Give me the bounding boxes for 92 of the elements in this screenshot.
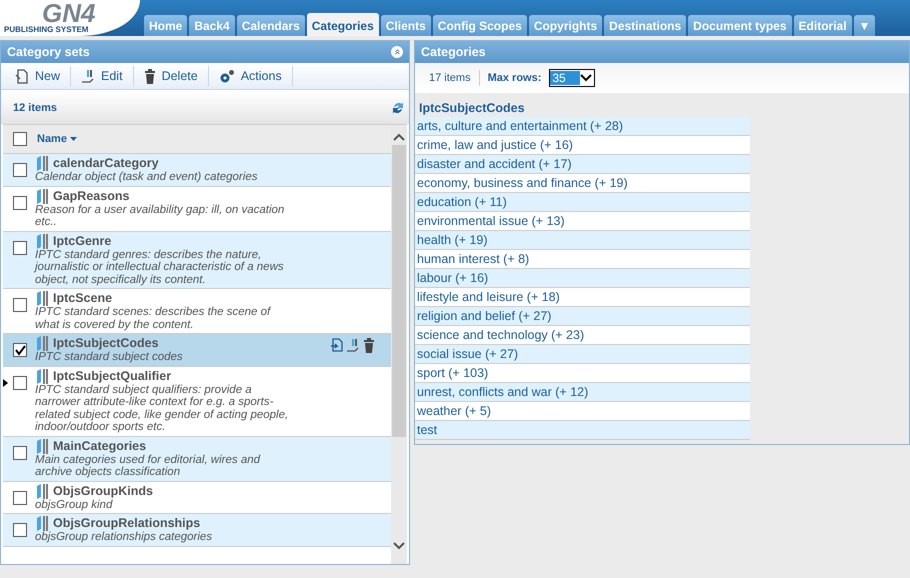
set-name: ObjsGroupKinds — [53, 482, 153, 498]
edit-button[interactable]: Edit — [71, 66, 134, 86]
book-icon — [35, 155, 49, 171]
category-set-row[interactable]: ObjsGroupRelationships objsGroup relationships categories — [3, 514, 391, 546]
edit-icon — [346, 338, 360, 353]
panel-title: Categories — [421, 45, 486, 59]
category-item[interactable]: religion and belief (+ 27) — [415, 307, 750, 326]
scrollbar[interactable] — [391, 125, 407, 564]
new-button[interactable]: New — [5, 66, 72, 86]
actions-button[interactable]: Actions — [208, 66, 293, 86]
name-column-header[interactable]: Name — [37, 133, 67, 145]
row-checkbox[interactable] — [13, 523, 27, 537]
book-icon — [35, 438, 49, 454]
trash-icon — [363, 338, 375, 353]
set-description: IPTC standard genres: describes the nature, journalistic or intellectual characteristic of a news object, not specifically its content. — [35, 248, 285, 286]
set-name: IptcScene — [53, 290, 112, 306]
set-name: ObjsGroupRelationships — [53, 515, 200, 531]
row-checkbox[interactable] — [13, 376, 27, 390]
category-item[interactable]: test — [415, 421, 750, 440]
category-item[interactable]: social issue (+ 27) — [415, 345, 750, 364]
set-name: IptcSubjectQualifier — [53, 368, 172, 384]
book-icon — [35, 482, 49, 498]
category-item[interactable]: science and technology (+ 23) — [415, 326, 750, 345]
delete-button[interactable]: Delete — [134, 66, 209, 86]
set-description: Calendar object (task and event) categories — [35, 171, 258, 184]
scroll-up-icon[interactable] — [393, 133, 405, 141]
category-item[interactable]: labour (+ 16) — [415, 269, 750, 288]
row-checkbox[interactable] — [13, 490, 27, 504]
category-item[interactable]: weather (+ 5) — [415, 402, 750, 421]
book-icon — [35, 188, 49, 204]
category-item[interactable]: education (+ 11) — [415, 193, 750, 212]
document-icon — [15, 68, 29, 84]
sort-caret-icon[interactable] — [70, 137, 77, 141]
book-icon — [35, 368, 49, 384]
category-item[interactable]: arts, culture and entertainment (+ 28) — [415, 117, 750, 136]
set-description: IPTC standard subject qualifiers: provide a narrower attribute-like context for e.g. a sports-related subject code, like gender of acting people, indoor/outdoor sports etc. — [35, 384, 290, 434]
set-description: Reason for a user availability gap: ill, on vacation etc.. — [35, 204, 286, 228]
category-set-row[interactable]: calendarCategory Calendar object (task and event) categories — [3, 154, 391, 186]
set-description: IPTC standard scenes: describes the scene of what is covered by the content. — [35, 306, 272, 331]
book-icon — [35, 232, 49, 248]
row-checkbox[interactable] — [13, 343, 27, 357]
logo-subtitle: PUBLISHING SYSTEM — [4, 25, 90, 34]
item-count: 17 items — [429, 72, 471, 84]
row-checkbox[interactable] — [13, 298, 27, 312]
category-item[interactable]: disaster and accident (+ 17) — [415, 155, 750, 174]
row-checkbox[interactable] — [13, 240, 27, 254]
row-checkbox[interactable] — [13, 446, 27, 460]
category-set-row[interactable]: GapReasons Reason for a user availability gap: ill, on vacation etc.. — [3, 186, 391, 232]
set-description: objsGroup kind — [35, 498, 114, 511]
import-icon[interactable] — [331, 338, 343, 352]
row-checkbox[interactable] — [13, 163, 27, 177]
chevron-down-icon — [580, 74, 592, 82]
logo-mark: GN4 — [42, 1, 96, 25]
set-description: objsGroup relationships categories — [35, 531, 214, 544]
row-checkbox[interactable] — [13, 196, 27, 210]
category-item[interactable]: economy, business and finance (+ 19) — [415, 174, 750, 193]
category-set-row[interactable]: IptcScene IPTC standard scenes: describes the scene of what is covered by the content. — [3, 289, 391, 334]
edit-icon — [81, 68, 96, 84]
set-name: IptcSubjectCodes — [53, 335, 159, 351]
trash-icon — [144, 68, 156, 84]
tab[interactable]: Categories — [306, 13, 379, 36]
category-set-row[interactable]: ObjsGroupKinds objsGroup kind — [3, 482, 391, 514]
refresh-icon[interactable] — [391, 100, 405, 116]
scroll-down-icon[interactable] — [393, 542, 405, 550]
category-item[interactable]: sport (+ 103) — [415, 364, 750, 383]
category-set-row[interactable]: IptcSubjectCodes IPTC standard subject codes — [3, 334, 391, 366]
set-name: MainCategories — [53, 438, 146, 454]
category-item[interactable]: unrest, conflicts and war (+ 12) — [415, 383, 750, 402]
set-name: calendarCategory — [53, 155, 159, 171]
book-icon — [35, 290, 49, 306]
category-set-row[interactable]: MainCategories Main categories used for editorial, wires and archive objects classification — [3, 436, 391, 482]
category-item[interactable]: environmental issue (+ 13) — [415, 212, 750, 231]
category-set-row[interactable]: IptcGenre IPTC standard genres: describes the nature, journalistic or intellectual characteristic of a news object, not specifically its content. — [3, 232, 391, 289]
select-all-checkbox[interactable] — [13, 132, 27, 146]
set-description: IPTC standard subject codes — [35, 351, 184, 364]
gears-icon — [218, 68, 235, 84]
category-item[interactable]: health (+ 19) — [415, 231, 750, 250]
set-description: Main categories used for editorial, wires and archive objects classification — [35, 454, 262, 478]
category-item[interactable]: human interest (+ 8) — [415, 250, 750, 269]
category-set-row[interactable]: IptcSubjectQualifier IPTC standard subject qualifiers: provide a narrower attribute-like context for e.g. a sports-related subject code, like gender of acting people, indoor/outdoor sports etc. — [3, 366, 391, 436]
set-name: GapReasons — [53, 188, 130, 204]
category-item[interactable]: lifestyle and leisure (+ 18) — [415, 288, 750, 307]
set-name: IptcGenre — [53, 232, 112, 248]
book-icon — [35, 515, 49, 531]
panel-title: Category sets — [7, 45, 90, 59]
item-count: 12 items — [13, 102, 58, 114]
max-rows-dropdown[interactable]: 35 — [549, 69, 595, 87]
max-rows-label: Max rows: — [488, 72, 542, 84]
category-item[interactable]: crime, law and justice (+ 16) — [415, 136, 750, 155]
collapse-button[interactable]: » — [391, 46, 403, 58]
book-icon — [35, 335, 49, 351]
set-heading: IptcSubjectCodes — [418, 101, 526, 115]
